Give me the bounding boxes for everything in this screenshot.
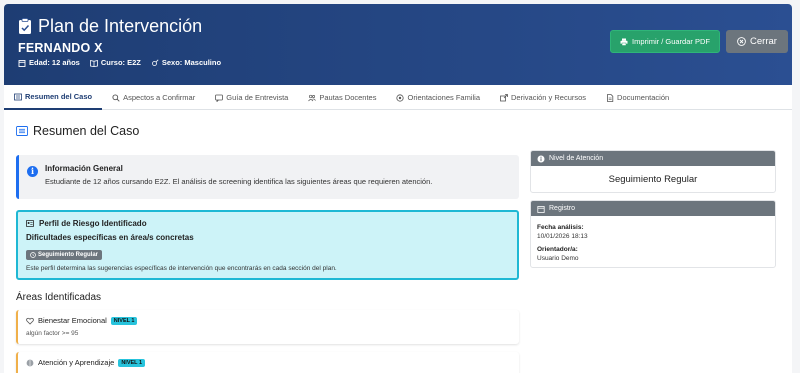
id-card-icon [26,220,34,227]
attention-level-value: Seguimiento Regular [608,174,698,185]
tab-guia[interactable]: Guía de Entrevista [205,85,298,110]
list-icon [16,126,28,136]
calendar-icon [18,59,26,67]
risk-title: Perfil de Riesgo Identificado [39,219,147,228]
tab-label: Orientaciones Familia [407,93,481,102]
printer-icon [620,38,628,46]
tab-bar: Resumen del Caso Aspectos a Confirmar Gu… [4,85,792,110]
home-icon [396,93,405,102]
status-badge: Seguimiento Regular [26,250,103,260]
clock-icon [30,252,36,258]
section-title: Resumen del Caso [16,124,139,138]
student-age: Edad: 12 años [29,58,80,67]
level-badge: NIVEL 1 [110,316,138,325]
student-course: Curso: E2Z [100,58,141,67]
close-circle-icon [737,37,746,46]
student-name: FERNANDO X [18,41,103,55]
clipboard-icon [19,18,31,34]
heart-icon [26,317,34,325]
tab-label: Derivación y Recursos [511,93,587,102]
close-button[interactable]: Cerrar [726,30,788,53]
print-pdf-button[interactable]: Imprimir / Guardar PDF [610,30,720,53]
area-factor: algún factor >= 95 [26,330,79,337]
orientador-value: Usuario Demo [537,255,579,262]
registro-card: Registro Fecha análisis: 10/01/2026 18:1… [530,200,776,268]
chat-icon [215,94,224,102]
search-icon [112,93,120,102]
info-title: Información General [45,164,123,173]
risk-subtitle: Dificultades específicas en área/s concr… [26,233,194,242]
share-icon [500,93,508,101]
page-header: Plan de Intervención FERNANDO X Edad: 12… [4,4,792,85]
tab-pautas[interactable]: Pautas Docentes [298,85,386,110]
list-icon [14,93,22,100]
area-name: Atención y Aprendizaje [38,358,115,367]
area-name: Bienestar Emocional [38,316,107,325]
gender-icon [151,59,159,66]
book-icon [89,59,98,67]
document-icon [607,93,614,102]
tab-label: Documentación [617,93,670,102]
people-icon [308,94,317,101]
page-title: Plan de Intervención [38,16,203,36]
tab-label: Resumen del Caso [25,92,93,101]
area-card: Bienestar Emocional NIVEL 1 algún factor… [16,310,519,344]
risk-profile-card: Perfil de Riesgo Identificado Dificultad… [16,210,519,280]
info-icon: i [27,166,38,177]
level-badge: NIVEL 1 [118,358,145,367]
info-circle-icon [537,155,545,162]
status-badge-label: Seguimiento Regular [38,252,99,258]
tab-derivacion[interactable]: Derivación y Recursos [490,85,596,110]
tab-resumen[interactable]: Resumen del Caso [4,85,103,110]
tab-documentacion[interactable]: Documentación [596,85,679,110]
brain-icon [26,359,34,366]
fecha-label: Fecha análisis: [537,224,584,231]
info-card: i Información General Estudiante de 12 a… [16,155,519,199]
student-meta: Edad: 12 años Curso: E2Z Sexo: Masculino [18,58,221,67]
tab-orientaciones[interactable]: Orientaciones Familia [386,85,490,110]
tab-aspectos[interactable]: Aspectos a Confirmar [102,85,205,110]
attention-level-title: Nivel de Atención [549,155,604,162]
risk-note: Este perfil determina las sugerencias es… [26,265,337,272]
orientador-label: Orientador/a: [537,246,578,253]
tab-label: Pautas Docentes [319,93,377,102]
print-pdf-label: Imprimir / Guardar PDF [632,37,710,46]
close-label: Cerrar [750,36,777,47]
registro-title: Registro [549,205,576,212]
section-title-text: Resumen del Caso [33,124,140,138]
calendar-icon [537,205,545,213]
area-card: Atención y Aprendizaje NIVEL 1 [16,352,519,373]
tab-label: Aspectos a Confirmar [123,93,196,102]
attention-level-card: Nivel de Atención Seguimiento Regular [530,150,776,193]
tab-label: Guía de Entrevista [226,93,289,102]
main-content: Resumen del Caso i Información General E… [4,110,792,373]
info-text: Estudiante de 12 años cursando E2Z. El a… [45,177,433,186]
areas-title: Áreas Identificadas [16,292,102,303]
fecha-value: 10/01/2026 18:13 [537,233,588,240]
student-sex: Sexo: Masculino [161,58,222,67]
